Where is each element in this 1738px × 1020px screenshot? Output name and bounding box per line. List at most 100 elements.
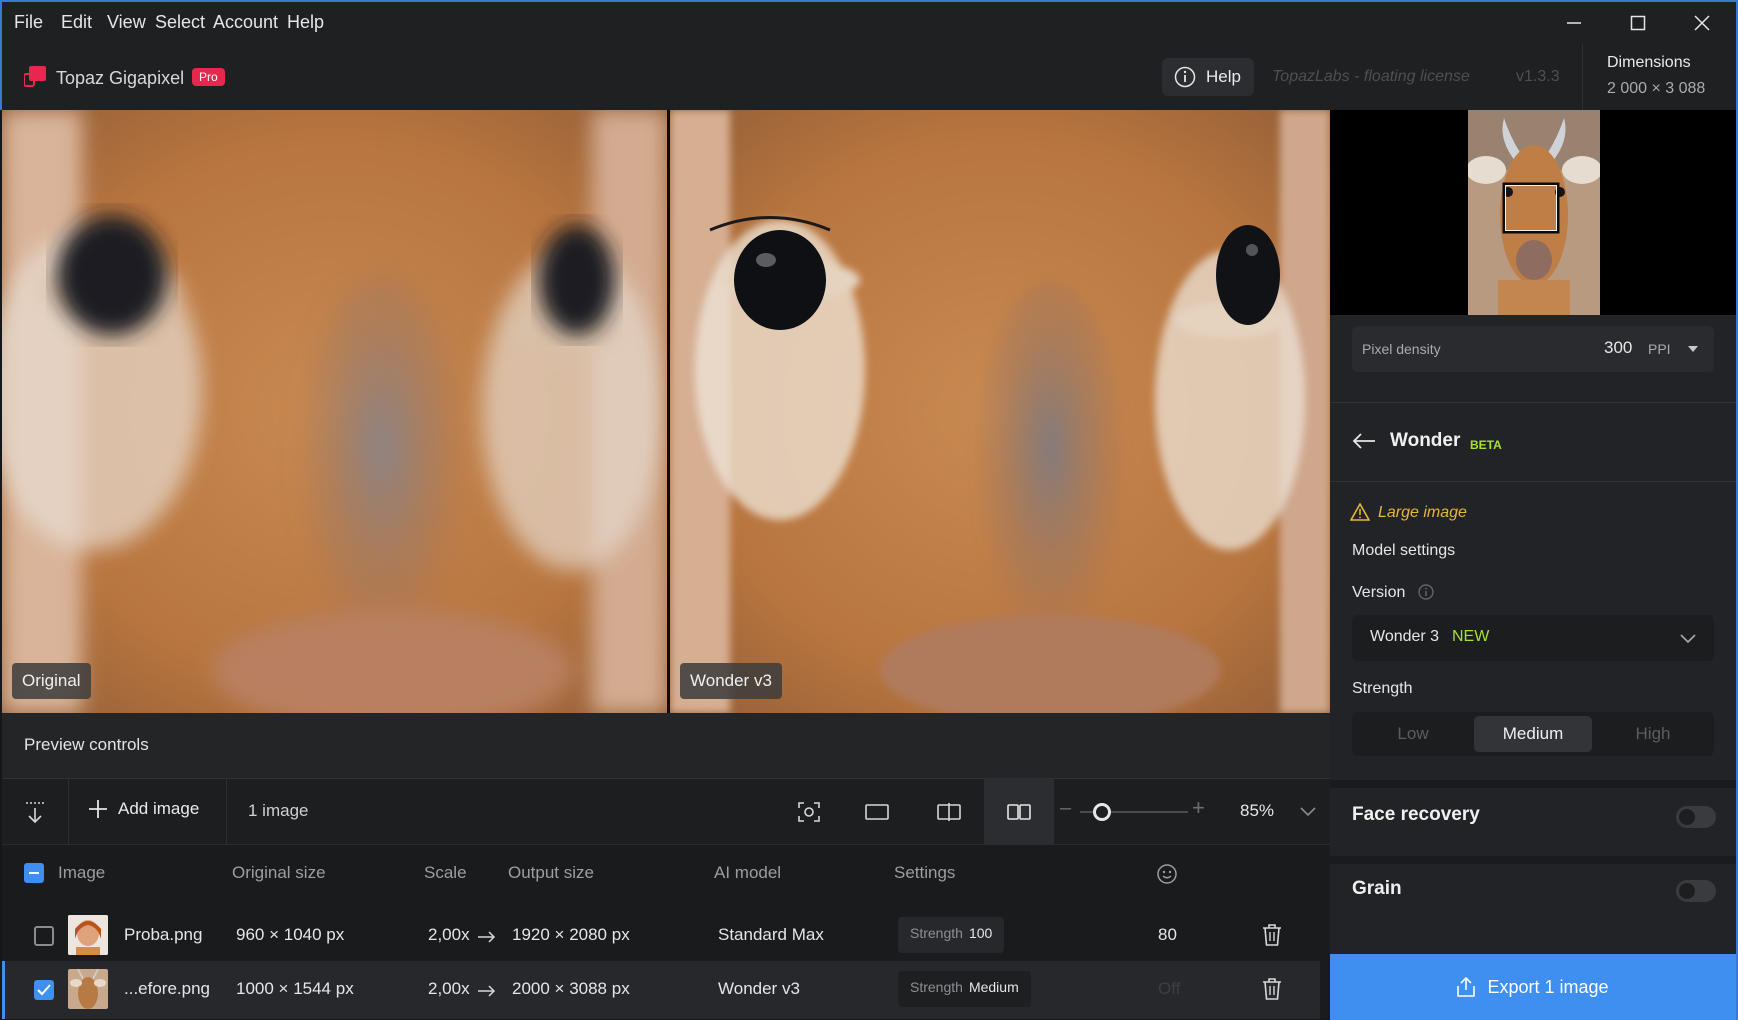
menu-select[interactable]: Select — [155, 12, 205, 33]
minimize-button[interactable] — [1542, 2, 1606, 44]
image-table: Image Original size Scale Output size AI… — [2, 845, 1330, 1019]
screenshot-view-button[interactable] — [794, 797, 824, 827]
trash-icon[interactable] — [1262, 923, 1282, 947]
preview-controls-bar[interactable]: Preview controls — [2, 713, 1330, 779]
chevron-down-icon — [1680, 634, 1696, 644]
face-recovery-toggle[interactable] — [1676, 806, 1716, 828]
trash-icon[interactable] — [1262, 977, 1282, 1001]
menu-account[interactable]: Account — [213, 12, 278, 33]
grain-toggle[interactable] — [1676, 880, 1716, 902]
impala-thumbnail — [68, 969, 108, 1009]
plus-icon — [89, 800, 107, 818]
strength-selector: Low Medium High — [1352, 712, 1714, 756]
pixel-density-field[interactable]: Pixel density 300 PPI — [1352, 326, 1714, 372]
row-original-size: 1000 × 1544 px — [236, 979, 354, 998]
caret-down-icon[interactable] — [1688, 346, 1698, 353]
side-by-side-icon — [1007, 804, 1031, 820]
setting-key: Strength — [910, 925, 963, 941]
row-scale: 2,00x — [428, 925, 470, 944]
single-view-button[interactable] — [862, 797, 892, 827]
help-button[interactable]: Help — [1162, 58, 1254, 96]
beta-badge: BETA — [1470, 438, 1502, 452]
menu-edit[interactable]: Edit — [61, 12, 92, 33]
menu-help[interactable]: Help — [287, 12, 324, 33]
zoom-in-button[interactable]: + — [1192, 795, 1205, 821]
row-checkbox[interactable] — [34, 926, 54, 946]
row-checkbox-checked[interactable] — [34, 980, 54, 1000]
maximize-button[interactable] — [1606, 2, 1670, 44]
app-header: Topaz Gigapixel Pro Help TopazLabs - flo… — [0, 44, 1738, 110]
col-settings[interactable]: Settings — [894, 863, 955, 883]
setting-key: Strength — [910, 979, 963, 995]
new-badge: NEW — [1452, 628, 1490, 645]
setting-value: Medium — [968, 979, 1019, 995]
split-view-button[interactable] — [934, 797, 964, 827]
warning-icon — [1350, 503, 1370, 521]
minimize-icon — [1567, 22, 1581, 24]
export-icon — [1457, 977, 1476, 997]
strength-high[interactable]: High — [1594, 716, 1712, 752]
menu-file[interactable]: File — [14, 12, 43, 33]
face-recovery-label: Face recovery — [1352, 804, 1480, 825]
row-model: Wonder v3 — [718, 979, 800, 998]
col-scale[interactable]: Scale — [424, 863, 467, 883]
strength-medium[interactable]: Medium — [1474, 716, 1592, 752]
dimensions-value: 2 000 × 3 088 — [1607, 80, 1706, 97]
camera-focus-icon — [798, 802, 820, 822]
table-row[interactable]: Proba.png 960 × 1040 px 2,00x 1920 × 208… — [2, 907, 1320, 965]
info-icon — [1174, 66, 1196, 88]
enhanced-preview[interactable]: Wonder v3 — [670, 110, 1330, 713]
strength-low[interactable]: Low — [1354, 716, 1472, 752]
close-button[interactable] — [1670, 2, 1734, 44]
setting-value: 100 — [968, 925, 993, 941]
arrow-right-icon — [478, 985, 496, 997]
pixel-density-value[interactable]: 300 — [1604, 338, 1632, 358]
export-button[interactable]: Export 1 image — [1330, 954, 1736, 1020]
col-image[interactable]: Image — [58, 863, 105, 883]
preview-area[interactable]: Original Wonder v3 — [2, 110, 1330, 713]
zoom-out-button[interactable]: – — [1060, 797, 1071, 820]
chevron-down-icon[interactable] — [1300, 807, 1316, 817]
help-label: Help — [1206, 67, 1241, 86]
back-arrow-icon[interactable] — [1352, 433, 1376, 449]
side-by-side-view-button[interactable] — [984, 779, 1054, 845]
large-image-warning[interactable]: Large image — [1378, 504, 1467, 522]
thumbnail-image — [68, 969, 108, 1009]
add-image-button[interactable]: Add image — [88, 799, 199, 819]
navigator[interactable] — [1330, 110, 1736, 315]
model-settings-heading: Model settings — [1352, 542, 1456, 559]
face-icon — [1157, 864, 1177, 884]
navigator-thumbnail — [1468, 110, 1600, 315]
row-filename: ...efore.png — [124, 979, 211, 998]
pixel-density-unit[interactable]: PPI — [1648, 341, 1671, 357]
col-ai-model[interactable]: AI model — [714, 863, 781, 883]
portrait-thumbnail — [68, 915, 108, 955]
version-label: Version — [1352, 584, 1406, 601]
row-face-value: Off — [1158, 979, 1181, 998]
col-output-size[interactable]: Output size — [508, 863, 594, 883]
row-original-size: 960 × 1040 px — [236, 925, 345, 944]
export-label: Export 1 image — [1487, 976, 1609, 997]
select-all-checkbox[interactable] — [24, 863, 44, 883]
app-brand: Topaz Gigapixel — [56, 68, 185, 88]
topaz-logo-icon — [24, 66, 46, 87]
maximize-icon — [1630, 15, 1646, 31]
row-settings-chip[interactable]: Strength Medium — [898, 971, 1031, 1007]
info-icon[interactable] — [1418, 584, 1434, 600]
download-sort-button[interactable] — [20, 797, 50, 827]
original-preview[interactable]: Original — [2, 110, 667, 713]
col-original-size[interactable]: Original size — [232, 863, 326, 883]
row-filename: Proba.png — [124, 925, 203, 944]
zoom-slider-thumb[interactable] — [1092, 803, 1111, 821]
license-text: TopazLabs - floating license — [1272, 68, 1470, 85]
row-settings-chip[interactable]: Strength 100 — [898, 917, 1005, 953]
enhanced-image — [670, 110, 1330, 713]
dimensions-title: Dimensions — [1607, 54, 1691, 71]
strength-label: Strength — [1352, 680, 1413, 697]
settings-panel: Pixel density 300 PPI Wonder BETA Large … — [1330, 110, 1738, 1020]
zoom-value: 85% — [1240, 801, 1275, 820]
table-row-selected[interactable]: ...efore.png 1000 × 1544 px 2,00x 2000 ×… — [2, 961, 1320, 1019]
version-dropdown[interactable]: Wonder 3 NEW — [1352, 615, 1714, 661]
menu-view[interactable]: View — [107, 12, 146, 33]
version-value: Wonder 3 — [1370, 628, 1440, 645]
